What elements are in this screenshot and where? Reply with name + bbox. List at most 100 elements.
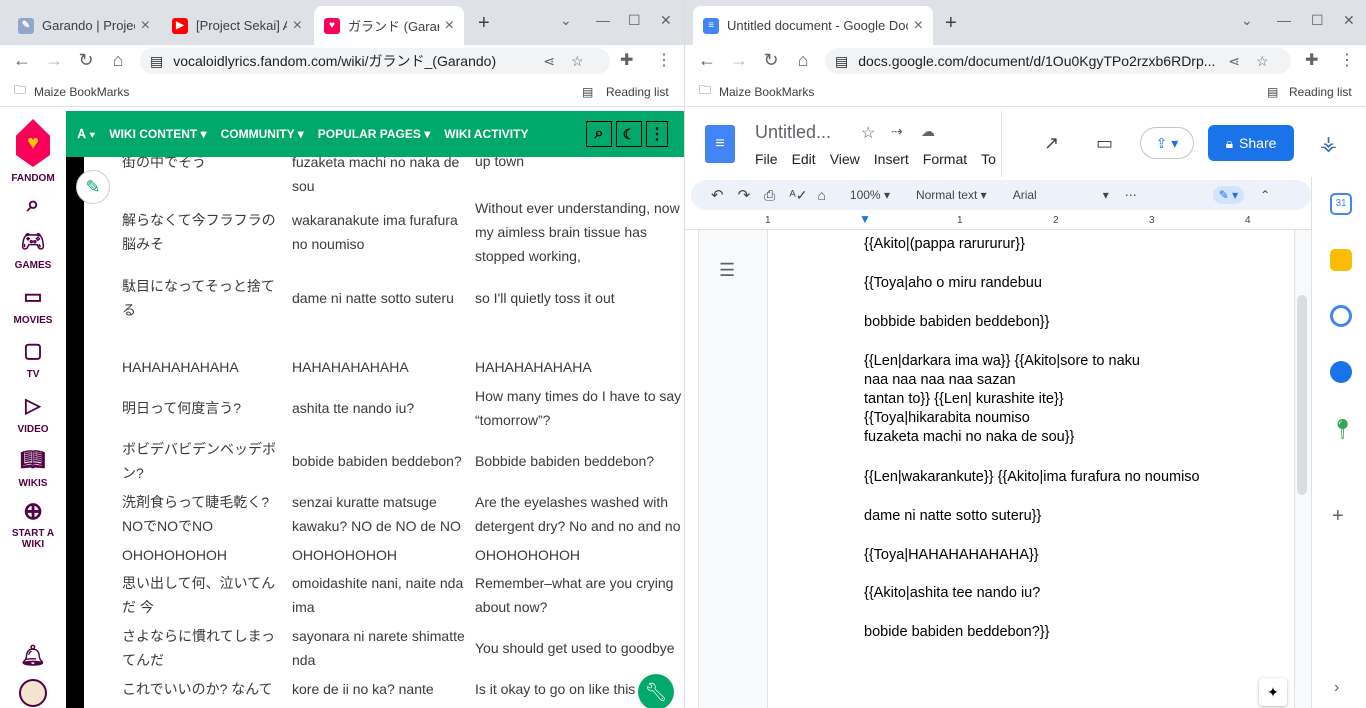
share-button[interactable]: 🔒︎ Share <box>1208 125 1294 161</box>
bookmark-folder-maize[interactable]: Maize BookMarks <box>34 85 129 99</box>
menu-tools[interactable]: To <box>981 151 996 167</box>
bookmark-folder-maize[interactable]: Maize BookMarks <box>719 85 814 99</box>
maps-pin-icon[interactable]: 📍︎ <box>1330 417 1355 441</box>
rail-games[interactable]: 🎮︎ GAMES <box>0 229 66 271</box>
home-icon[interactable]: ⌂ <box>787 50 819 71</box>
redo-icon[interactable]: ↷ <box>738 186 751 204</box>
document-scrollbar[interactable] <box>1297 295 1307 495</box>
move-folder-icon[interactable]: ⇢ <box>891 123 903 140</box>
forward-icon[interactable]: → <box>723 50 755 71</box>
site-info-icon[interactable]: ▤ <box>835 53 848 70</box>
address-bar[interactable]: ▤ vocaloidlyrics.fandom.com/wiki/ガランド_(G… <box>140 48 610 74</box>
font-select[interactable]: Arial <box>1013 188 1103 202</box>
explore-sparkle-icon[interactable]: ✦ <box>1259 678 1287 706</box>
new-tab-button[interactable]: + <box>945 12 957 35</box>
rail-movies[interactable]: ▭ MOVIES <box>0 284 66 326</box>
cloud-status-icon[interactable]: ☁ <box>921 123 935 140</box>
collapse-menu-icon[interactable]: ⌃ <box>1260 188 1270 202</box>
rail-start-a-wiki[interactable]: ⊕ START A WIKI <box>0 497 66 550</box>
expand-panel-chevron-icon[interactable]: › <box>1334 679 1339 697</box>
close-window-icon[interactable]: ✕ <box>660 12 672 29</box>
minimize-icon[interactable]: — <box>596 12 610 28</box>
maximize-icon[interactable]: ☐ <box>1311 12 1324 29</box>
tab-search-chevron-icon[interactable]: ⌄ <box>560 12 572 29</box>
comments-icon[interactable]: ▭ <box>1096 133 1113 154</box>
tab-search-chevron-icon[interactable]: ⌄ <box>1241 12 1253 29</box>
rail-video[interactable]: ▷ VIDEO <box>0 393 66 435</box>
close-icon[interactable]: × <box>293 17 302 35</box>
menu-file[interactable]: File <box>755 151 778 167</box>
outline-icon[interactable]: ☰ <box>719 260 735 281</box>
browser-menu-icon[interactable]: ⋮ <box>656 50 672 70</box>
user-avatar[interactable] <box>0 679 66 707</box>
back-icon[interactable]: ← <box>6 50 38 71</box>
menu-view[interactable]: View <box>830 151 860 167</box>
paint-format-icon[interactable]: ⌂ <box>817 187 825 203</box>
tasks-icon[interactable] <box>1330 305 1352 327</box>
rail-wikis[interactable]: 📖︎ WIKIS <box>0 447 66 489</box>
keep-icon[interactable] <box>1330 249 1352 271</box>
present-button[interactable]: ⇪ ▾ <box>1140 127 1194 159</box>
edit-pencil-button[interactable]: ✎ <box>76 170 110 204</box>
tab-garando-project[interactable]: ✎ Garando | Project × <box>8 6 160 45</box>
back-icon[interactable]: ← <box>691 50 723 71</box>
google-docs-logo-icon[interactable]: ≡ <box>705 125 735 163</box>
document-page[interactable]: {{Akito|(pappa rarururur}} {{Toya|aho o … <box>767 230 1295 708</box>
minimize-icon[interactable]: — <box>1277 12 1291 28</box>
reload-icon[interactable]: ↻ <box>70 50 102 71</box>
spellcheck-icon[interactable]: ᴬ✓ <box>789 187 807 204</box>
share-icon[interactable]: ⋖ <box>1228 53 1240 70</box>
document-title[interactable]: Untitled... <box>755 122 831 143</box>
dark-mode-moon-icon[interactable]: ☾ <box>616 121 642 147</box>
maximize-icon[interactable]: ☐ <box>628 12 641 29</box>
address-bar[interactable]: ▤ docs.google.com/document/d/1Ou0KgyTPo2… <box>825 48 1291 74</box>
nav-popular-pages[interactable]: POPULAR PAGES ▾ <box>318 127 430 141</box>
fandom-home-link[interactable]: ♥ FANDOM <box>0 119 66 184</box>
activity-trend-icon[interactable]: ↗ <box>1044 133 1059 154</box>
nav-community[interactable]: COMMUNITY ▾ <box>221 127 304 141</box>
more-tools-icon[interactable]: ⋯ <box>1125 188 1137 202</box>
reading-list-button[interactable]: Reading list <box>1289 85 1352 99</box>
new-tab-button[interactable]: + <box>478 12 490 35</box>
close-icon[interactable]: × <box>445 17 454 35</box>
zoom-select[interactable]: 100% ▾ <box>850 188 890 202</box>
contacts-icon[interactable] <box>1330 361 1352 383</box>
search-icon[interactable]: ⌕ <box>586 121 612 147</box>
star-icon[interactable]: ☆ <box>861 123 875 143</box>
nav-wiki-activity[interactable]: WIKI ACTIVITY <box>444 127 528 141</box>
reading-list-button[interactable]: Reading list <box>606 85 669 99</box>
nav-wiki-content[interactable]: WIKI CONTENT ▾ <box>109 127 206 141</box>
tab-google-docs[interactable]: ≡ Untitled document - Google Docs × <box>693 6 933 45</box>
share-icon[interactable]: ⋖ <box>543 53 555 70</box>
calendar-icon[interactable]: 31 <box>1330 193 1352 215</box>
home-icon[interactable]: ⌂ <box>102 50 134 71</box>
tab-project-sekai-youtube[interactable]: ▶ [Project Sekai] A × <box>162 6 312 45</box>
rail-tv[interactable]: ▢ TV <box>0 338 66 380</box>
extensions-icon[interactable]: ✚ <box>620 50 633 70</box>
print-icon[interactable]: ⎙ <box>764 187 775 204</box>
close-window-icon[interactable]: ✕ <box>1343 12 1355 29</box>
extensions-icon[interactable]: ✚ <box>1305 50 1318 70</box>
style-select[interactable]: Normal text ▾ <box>916 188 987 202</box>
browser-menu-icon[interactable]: ⋮ <box>1339 50 1355 70</box>
menu-insert[interactable]: Insert <box>874 151 909 167</box>
close-icon[interactable]: × <box>914 17 923 35</box>
tools-wrench-button[interactable]: 🔧︎ <box>638 674 674 708</box>
bookmark-star-icon[interactable]: ☆ <box>1256 53 1269 70</box>
menu-edit[interactable]: Edit <box>792 151 816 167</box>
wiki-logo-icon[interactable]: Ꭺ ▾ <box>78 127 95 142</box>
editing-mode-pencil-icon[interactable]: ✎ ▾ <box>1212 186 1245 204</box>
bookmark-star-icon[interactable]: ☆ <box>571 53 584 70</box>
site-info-icon[interactable]: ▤ <box>150 53 163 70</box>
menu-format[interactable]: Format <box>923 151 967 167</box>
notifications-bell-icon[interactable]: 🔔︎ <box>0 643 66 668</box>
forward-icon[interactable]: → <box>38 50 70 71</box>
add-addon-icon[interactable]: + <box>1332 505 1344 528</box>
close-icon[interactable]: × <box>141 17 150 35</box>
reload-icon[interactable]: ↻ <box>755 50 787 71</box>
font-chevron-icon[interactable]: ▾ <box>1103 188 1109 202</box>
search-icon[interactable]: ⌕ <box>0 191 66 217</box>
tab-garando-fandom[interactable]: ♥ ガランド (Garan × <box>314 6 464 45</box>
account-avatar[interactable]: ⚶ <box>1320 131 1337 156</box>
undo-icon[interactable]: ↶ <box>711 186 724 204</box>
